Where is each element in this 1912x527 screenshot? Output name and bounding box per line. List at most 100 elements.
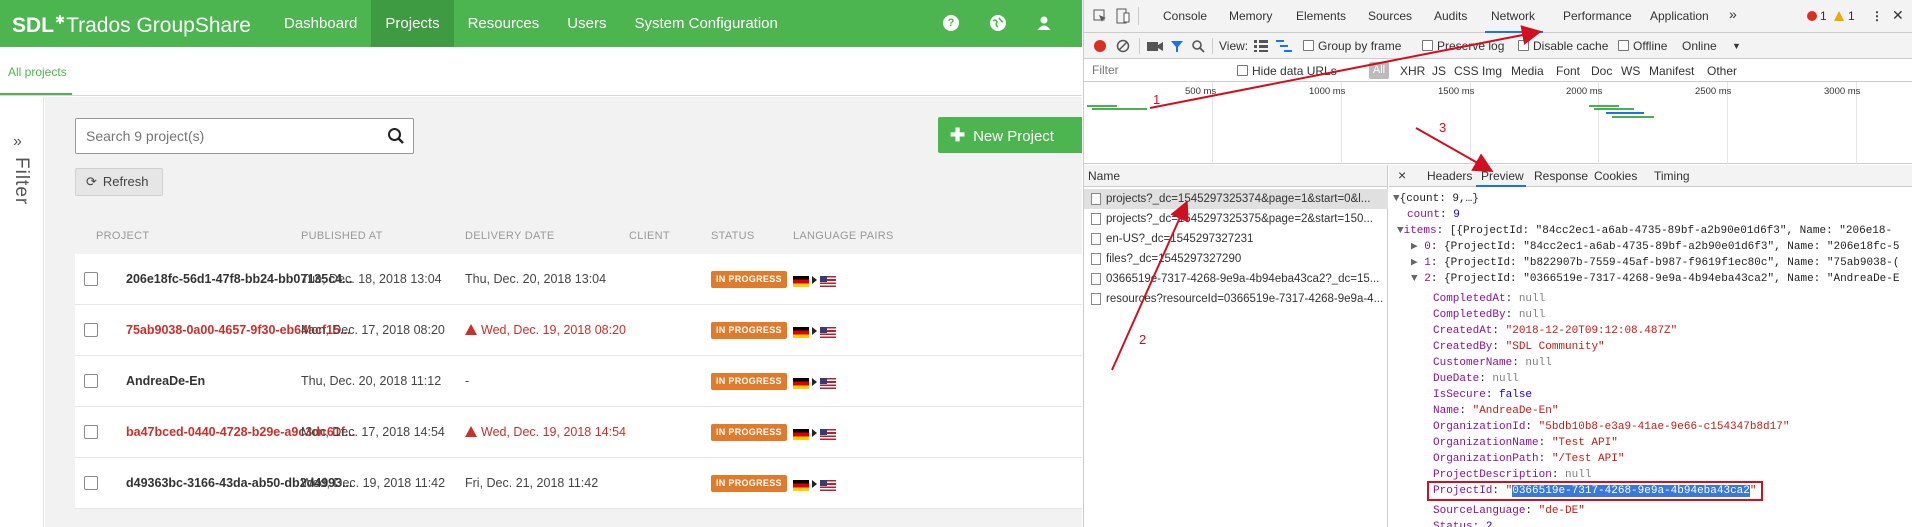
close-icon[interactable]: ✕ [1892,7,1904,24]
clear-icon[interactable] [1116,39,1130,53]
help-icon[interactable]: ? [943,15,959,31]
json-item-1[interactable]: ▶ 1: {ProjectId: "b822907b-7559-45af-b98… [1411,255,1900,271]
column-header-project[interactable]: PROJECT [96,230,149,242]
tab-sources[interactable]: Sources [1368,9,1412,23]
chevron-down-icon[interactable]: ▼ [1732,41,1741,51]
json-field[interactable]: SourceLanguage: "de-DE" [1433,503,1585,519]
row-checkbox[interactable] [84,476,98,490]
globe-icon[interactable] [990,15,1006,31]
table-row[interactable]: d49363bc-3166-43da-ab50-db2d4993... Wed,… [75,458,1082,509]
request-row[interactable]: projects?_dc=1545297325374&page=1&start=… [1084,189,1388,209]
network-timeline[interactable]: 500 ms 1000 ms 1500 ms 2000 ms 2500 ms 3… [1084,82,1912,164]
expand-triangle-icon[interactable]: ▼ [1411,273,1418,285]
json-preview[interactable]: ▼{count: 9,…} count: 9 ▼items: [{Project… [1389,187,1912,527]
table-row[interactable]: 75ab9038-0a00-4657-9f30-eb64acf15... Mon… [75,305,1082,356]
nav-projects[interactable]: Projects [371,0,454,47]
json-field[interactable]: OrganizationId: "5bdb10b8-e3a9-41ae-9e66… [1433,419,1789,435]
json-items[interactable]: ▼items: [{ProjectId: "84cc2ec1-a6ab-4735… [1397,223,1892,239]
tab-performance[interactable]: Performance [1563,9,1632,23]
table-row[interactable]: 206e18fc-56d1-47f8-bb24-bb07135c4... Tue… [75,254,1082,305]
new-project-button[interactable]: ✚ New Project [938,117,1082,153]
more-tabs-icon[interactable]: » [1729,6,1737,22]
column-header-language-pairs[interactable]: LANGUAGE PAIRS [793,230,894,242]
json-field[interactable]: DueDate: null [1433,371,1519,387]
table-row[interactable]: ba47bced-0440-4728-b29e-a9c3dc61f... Mon… [75,407,1082,458]
preserve-log-checkbox[interactable] [1422,40,1433,51]
inspect-element-icon[interactable] [1093,9,1107,23]
request-row[interactable]: 0366519e-7317-4268-9e9a-4b94eba43ca2?_dc… [1084,269,1388,289]
waterfall-icon[interactable] [1276,40,1292,52]
selected-project-id[interactable]: 0366519e-7317-4268-9e9a-4b94eba43ca2 [1512,485,1750,497]
nav-resources[interactable]: Resources [454,0,554,47]
warning-count[interactable]: 1 [1848,9,1855,23]
request-row[interactable]: en-US?_dc=1545297327231 [1084,229,1388,249]
tab-all-projects[interactable]: All projects [8,65,67,79]
expand-triangle-icon[interactable]: ▼ [1393,193,1400,205]
json-field[interactable]: CustomerName: null [1433,355,1552,371]
row-checkbox[interactable] [84,425,98,439]
search-icon[interactable] [1191,39,1205,53]
json-field[interactable]: CreatedAt: "2018-12-20T09:12:08.487Z" [1433,323,1677,339]
filter-type-other[interactable]: Other [1707,64,1737,78]
filter-panel[interactable]: » Filter [0,97,44,527]
json-field[interactable]: Status: 2 [1433,519,1492,527]
logo[interactable]: SDL✱Trados GroupShare [12,13,251,38]
json-field[interactable]: Name: "AndreaDe-En" [1433,403,1558,419]
group-by-frame-checkbox[interactable] [1303,40,1314,51]
warning-icon[interactable] [1834,11,1844,21]
filter-type-js[interactable]: JS [1432,64,1446,78]
json-field[interactable]: IsSecure: false [1433,387,1532,403]
nav-users[interactable]: Users [553,0,620,47]
filter-type-media[interactable]: Media [1511,64,1544,78]
throttle-select[interactable]: Online [1682,39,1717,53]
filter-type-all[interactable]: All [1369,62,1389,79]
tab-memory[interactable]: Memory [1229,9,1272,23]
tab-cookies[interactable]: Cookies [1594,169,1637,183]
expand-chevron-icon[interactable]: » [13,133,22,151]
filter-type-ws[interactable]: WS [1621,64,1640,78]
tab-audits[interactable]: Audits [1434,9,1467,23]
search-box[interactable] [75,118,414,154]
close-detail-icon[interactable]: × [1398,167,1406,183]
tab-preview[interactable]: Preview [1481,169,1524,183]
nav-system-configuration[interactable]: System Configuration [620,0,791,47]
request-row[interactable]: resources?resourceId=0366519e-7317-4268-… [1084,289,1388,309]
column-header-client[interactable]: CLIENT [629,230,670,242]
network-filter-input[interactable] [1086,61,1226,79]
column-header-delivery-date[interactable]: DELIVERY DATE [465,230,555,242]
json-item-2[interactable]: ▼ 2: {ProjectId: "0366519e-7317-4268-9e9… [1411,271,1900,287]
row-checkbox[interactable] [84,374,98,388]
hide-data-urls-checkbox[interactable] [1237,65,1248,76]
collapse-triangle-icon[interactable]: ▶ [1411,257,1418,269]
user-icon[interactable] [1036,15,1052,31]
tab-network[interactable]: Network [1491,9,1535,23]
json-project-id[interactable]: ProjectId: "0366519e-7317-4268-9e9a-4b94… [1433,483,1756,499]
tab-timing[interactable]: Timing [1654,169,1690,183]
tab-elements[interactable]: Elements [1296,9,1346,23]
json-field[interactable]: CreatedBy: "SDL Community" [1433,339,1605,355]
nav-dashboard[interactable]: Dashboard [270,0,371,47]
json-field[interactable]: CompletedAt: null [1433,291,1545,307]
row-checkbox[interactable] [84,323,98,337]
tab-headers[interactable]: Headers [1427,169,1472,183]
json-item-0[interactable]: ▶ 0: {ProjectId: "84cc2ec1-a6ab-4735-89b… [1411,239,1900,255]
json-field[interactable]: OrganizationName: "Test API" [1433,435,1618,451]
error-count[interactable]: 1 [1820,9,1827,23]
tab-response[interactable]: Response [1534,169,1588,183]
screenshot-icon[interactable] [1147,40,1163,52]
kebab-menu-icon[interactable]: ⋮ [1871,9,1883,23]
row-checkbox[interactable] [84,272,98,286]
json-root[interactable]: ▼{count: 9,…} [1393,191,1479,207]
table-row[interactable]: AndreaDe-En Thu, Dec. 20, 2018 11:12 - I… [75,356,1082,407]
offline-checkbox[interactable] [1618,40,1629,51]
filter-type-doc[interactable]: Doc [1591,64,1612,78]
filter-icon[interactable] [1170,39,1184,53]
filter-type-font[interactable]: Font [1556,64,1580,78]
filter-type-xhr[interactable]: XHR [1400,64,1425,78]
search-input[interactable] [86,128,376,144]
column-header-status[interactable]: STATUS [711,230,755,242]
search-icon[interactable] [387,127,405,145]
collapse-triangle-icon[interactable]: ▶ [1411,241,1418,253]
error-icon[interactable] [1807,11,1817,21]
request-row[interactable]: projects?_dc=1545297325375&page=2&start=… [1084,209,1388,229]
